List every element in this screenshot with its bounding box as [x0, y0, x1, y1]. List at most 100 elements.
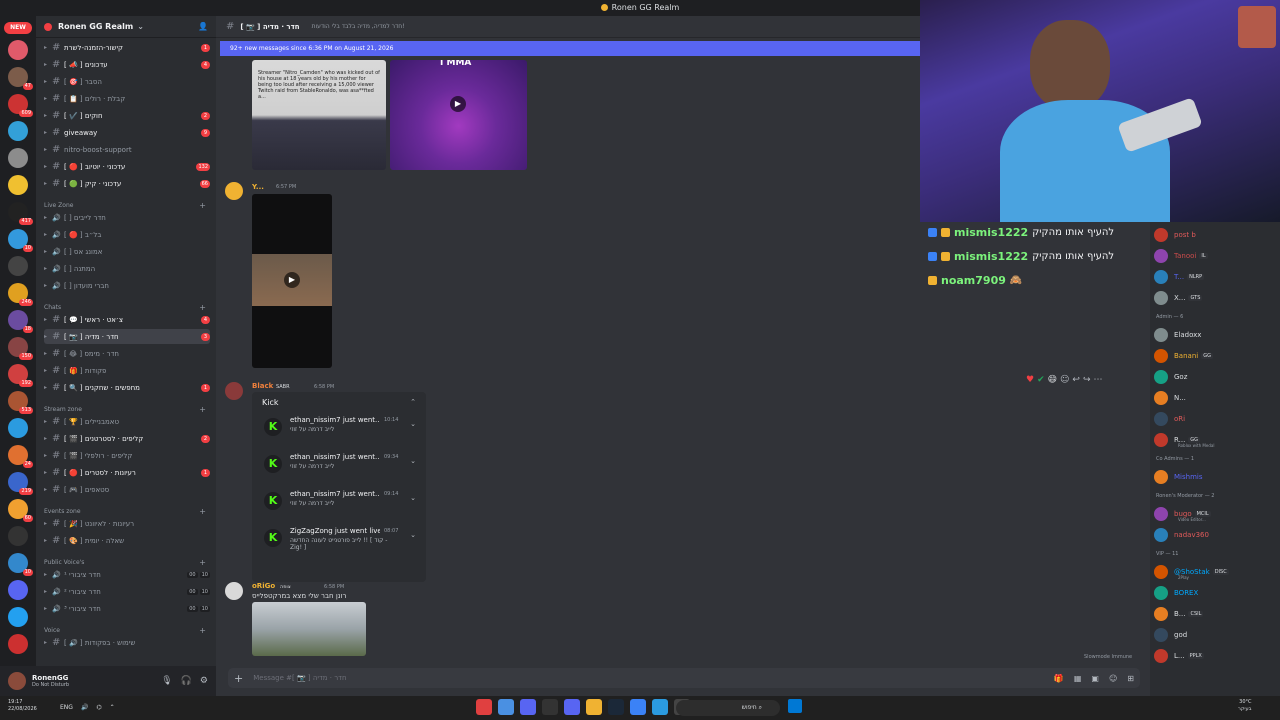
- sticker-icon[interactable]: ▣: [1091, 674, 1099, 683]
- text-channel[interactable]: ▸ #[ 🟢 ] עדכוני · קיק 66: [44, 176, 210, 191]
- chevron-down-icon[interactable]: ⌄: [410, 531, 416, 539]
- voice-channel[interactable]: ▸ 🔊 חדר ציבורי ³ 00 10: [44, 601, 210, 616]
- voice-channel[interactable]: ▸ 🔊[ ] חדר לייבים: [44, 210, 210, 225]
- chevron-down-icon[interactable]: ⌄: [410, 457, 416, 465]
- message-author[interactable]: Y...: [252, 183, 264, 191]
- server-icon[interactable]: [8, 121, 28, 141]
- member-item[interactable]: oRi: [1154, 410, 1278, 428]
- avatar[interactable]: [1154, 607, 1168, 621]
- server-header[interactable]: Ronen GG Realm ⌄ 👤: [36, 16, 216, 38]
- member-item[interactable]: B... CSIL: [1154, 605, 1278, 623]
- avatar[interactable]: [1154, 291, 1168, 305]
- embed-image[interactable]: Streamer "Nitro_Camden" who was kicked o…: [252, 60, 386, 170]
- server-icon[interactable]: [8, 607, 28, 627]
- plus-icon[interactable]: +: [199, 558, 206, 567]
- voice-channel[interactable]: ▸ 🔊[ ] חברי מועדון: [44, 278, 210, 293]
- gift-icon[interactable]: 🎁: [1054, 674, 1064, 683]
- text-channel[interactable]: ▸ #[ 🏆 ] טאמבניילים: [44, 414, 210, 429]
- text-channel[interactable]: ▸ #[ 🔊 ] שימוש · בפקודות: [44, 635, 210, 650]
- chrome-icon[interactable]: [498, 699, 514, 715]
- member-item[interactable]: Eladoxx: [1154, 326, 1278, 344]
- add-reaction-icon[interactable]: ☺: [1060, 375, 1069, 385]
- text-channel[interactable]: ▸ #[ 🎨 ] שאלה · יומית: [44, 533, 210, 548]
- voice-channel[interactable]: ▸ 🔊[ ] אמונג אס: [44, 244, 210, 259]
- gear-icon[interactable]: ⚙: [200, 676, 208, 686]
- server-icon[interactable]: 417: [8, 202, 33, 225]
- server-icon[interactable]: 513: [8, 391, 33, 414]
- voice-channel[interactable]: ▸ 🔊 חדר ציבורי ¹ 00 10: [44, 567, 210, 582]
- server-icon[interactable]: 18: [8, 310, 33, 333]
- plus-icon[interactable]: +: [199, 303, 206, 312]
- discord-icon[interactable]: [520, 699, 536, 715]
- kick-notification[interactable]: Kethan_nissim7 just went... לייב דרמה על …: [260, 449, 420, 479]
- edge-icon[interactable]: [652, 699, 668, 715]
- avatar[interactable]: [1154, 328, 1168, 342]
- new-badge[interactable]: NEW: [4, 22, 32, 34]
- server-icon[interactable]: 192: [8, 364, 33, 387]
- app-icon[interactable]: [476, 699, 492, 715]
- message-input[interactable]: + Message #[ 📷 ] חדר · מדיה 🎁 ▦ ▣ ☺ ⊞: [228, 668, 1140, 688]
- embed-video[interactable]: I MMA ▶: [390, 60, 527, 170]
- server-icon[interactable]: 246: [8, 283, 33, 306]
- text-channel[interactable]: ▸ #[ 📋 ] קבלת · רולים: [44, 91, 210, 106]
- avatar[interactable]: [1154, 270, 1168, 284]
- avatar[interactable]: [1154, 349, 1168, 363]
- plus-icon[interactable]: +: [199, 626, 206, 635]
- wifi-icon[interactable]: ⌬: [96, 704, 101, 711]
- text-channel[interactable]: ▸ #[ 🎯 ] הסבר: [44, 74, 210, 89]
- avatar[interactable]: [1154, 370, 1168, 384]
- text-channel[interactable]: ▸ #[ 🎮 ] סטאפים: [44, 482, 210, 497]
- forward-icon[interactable]: ↪: [1083, 375, 1091, 385]
- avatar[interactable]: [1154, 412, 1168, 426]
- steam-icon[interactable]: [608, 699, 624, 715]
- add-friend-icon[interactable]: 👤: [198, 22, 208, 31]
- play-icon[interactable]: ▶: [450, 96, 466, 112]
- kick-notification[interactable]: K ZigZagZong just went live! לייב פורטנייט…: [260, 523, 420, 553]
- server-icon[interactable]: 24: [8, 445, 33, 468]
- avatar[interactable]: [225, 582, 243, 600]
- text-channel[interactable]: ▸ # nitro-boost-support: [44, 142, 210, 157]
- server-icon[interactable]: [8, 634, 28, 654]
- server-icon[interactable]: [8, 256, 28, 276]
- text-channel[interactable]: ▸ # giveaway 9: [44, 125, 210, 140]
- avatar[interactable]: [8, 672, 26, 690]
- gif-icon[interactable]: ▦: [1074, 674, 1082, 683]
- reply-icon[interactable]: ↩: [1072, 375, 1080, 385]
- obs-icon[interactable]: [542, 699, 558, 715]
- member-item[interactable]: Mishmis: [1154, 468, 1278, 486]
- server-icon[interactable]: [8, 148, 28, 168]
- message-author[interactable]: oRiGo: [252, 582, 275, 590]
- app-icon[interactable]: [630, 699, 646, 715]
- more-icon[interactable]: ⋯: [1094, 375, 1103, 385]
- image-attachment[interactable]: [252, 602, 366, 656]
- kick-notification[interactable]: Kethan_nissim7 just went... לייב דרמה על …: [260, 412, 420, 442]
- member-item[interactable]: @ShoStak DISC 2Play: [1154, 563, 1278, 581]
- avatar[interactable]: [1154, 391, 1168, 405]
- emoji-icon[interactable]: 😄: [1048, 375, 1057, 385]
- text-channel[interactable]: ▸ #[ 🎉 ] רעיונות · לאיוונט: [44, 516, 210, 531]
- member-item[interactable]: L... PPLX: [1154, 647, 1278, 665]
- member-item[interactable]: bugo MCIL Video Editor...: [1154, 505, 1278, 523]
- text-channel[interactable]: ▸ #[ 📣 ] עדכונים 4: [44, 57, 210, 72]
- app-icon[interactable]: [564, 699, 580, 715]
- text-channel[interactable]: ▸ #[ 🎬 ] קליפים · רולפלי: [44, 448, 210, 463]
- kick-notification[interactable]: Kethan_nissim7 just went... לייב דרמה על …: [260, 486, 420, 516]
- check-icon[interactable]: ✔: [1037, 375, 1045, 385]
- mic-icon[interactable]: 🎙: [161, 676, 172, 686]
- voice-channel[interactable]: ▸ 🔊[ 🔴 ] בל״ב: [44, 227, 210, 242]
- chevron-down-icon[interactable]: ⌄: [137, 22, 144, 31]
- server-icon[interactable]: 10: [8, 553, 33, 576]
- text-channel[interactable]: ▸ # קישור-הזמנה-לשרת 1: [44, 40, 210, 55]
- video-attachment[interactable]: ▶: [252, 194, 332, 368]
- member-item[interactable]: nadav360: [1154, 526, 1278, 544]
- avatar[interactable]: [1154, 528, 1168, 542]
- text-channel[interactable]: ▸ #[ 🔴 ] רעיונות · לסטרים 1: [44, 465, 210, 480]
- text-channel[interactable]: ▸ #[ ✔️ ] חוקים 2: [44, 108, 210, 123]
- windows-start-icon[interactable]: [788, 699, 802, 713]
- server-icon[interactable]: 150: [8, 337, 33, 360]
- avatar[interactable]: [1154, 649, 1168, 663]
- lang-indicator[interactable]: ENG: [60, 704, 73, 711]
- server-icon[interactable]: 60: [8, 499, 33, 522]
- member-item[interactable]: post b: [1154, 226, 1278, 244]
- server-icon[interactable]: [8, 580, 28, 600]
